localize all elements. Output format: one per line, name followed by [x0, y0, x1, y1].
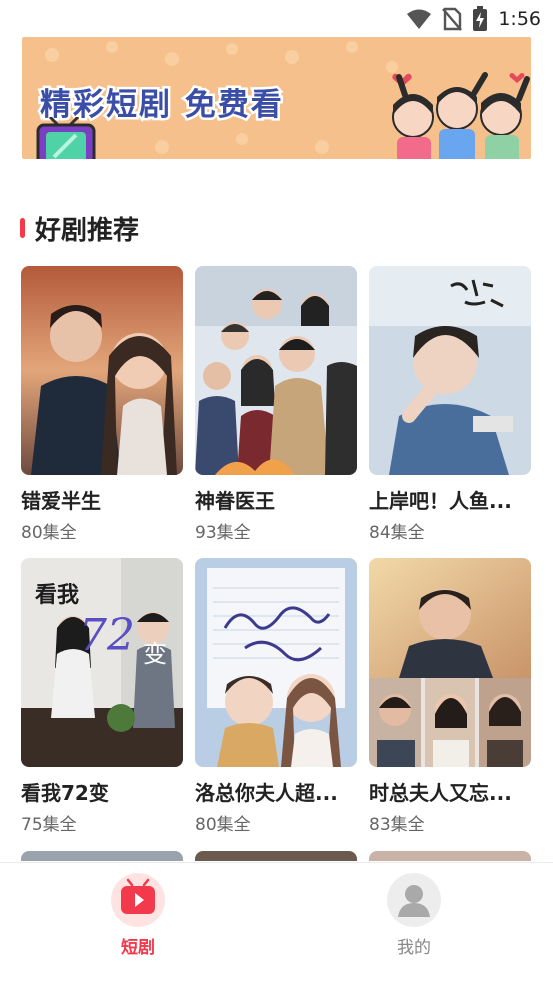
svg-text:变: 变: [143, 640, 167, 668]
drama-poster[interactable]: [369, 266, 531, 475]
drama-card[interactable]: 洛总你夫人超... 80集全: [195, 558, 357, 835]
no-sim-icon: [442, 7, 463, 31]
cartoon-tv-icon: [36, 117, 96, 159]
episode-count: 83集全: [369, 815, 425, 835]
drama-card[interactable]: 错爱半生 80集全: [21, 266, 183, 543]
section-header: 好剧推荐: [20, 210, 139, 246]
battery-charging-icon: [473, 6, 488, 31]
drama-title: 上岸吧！人鱼...: [369, 489, 512, 513]
drama-title: 神眷医王: [195, 489, 275, 513]
drama-card[interactable]: 看我 72 变 看我72变 75集全: [21, 558, 183, 835]
svg-text:看我: 看我: [35, 582, 79, 608]
promo-banner[interactable]: 精彩短剧 免费看: [22, 37, 531, 159]
cartoon-people-illustration: [392, 72, 530, 159]
nav-tab-shortdrama[interactable]: 短剧: [93, 873, 183, 958]
nav-tab-mine[interactable]: 我的: [369, 873, 459, 958]
drama-card[interactable]: 上岸吧！人鱼... 84集全: [369, 266, 531, 543]
drama-card[interactable]: 时总夫人又忘... 83集全: [369, 558, 531, 835]
section-accent-bar: [20, 218, 25, 238]
nav-label: 我的: [397, 938, 431, 958]
drama-card-peek[interactable]: [21, 851, 183, 861]
episode-count: 80集全: [195, 815, 251, 835]
episode-count: 84集全: [369, 523, 425, 543]
drama-poster[interactable]: [195, 266, 357, 475]
drama-poster[interactable]: [21, 266, 183, 475]
episode-count: 75集全: [21, 815, 77, 835]
wifi-icon: [407, 9, 432, 29]
svg-text:72: 72: [79, 610, 135, 661]
drama-title: 看我72变: [21, 781, 109, 805]
drama-card-peek[interactable]: [195, 851, 357, 861]
drama-title: 洛总你夫人超...: [195, 781, 338, 805]
drama-title: 时总夫人又忘...: [369, 781, 512, 805]
episode-count: 93集全: [195, 523, 251, 543]
section-title: 好剧推荐: [35, 215, 140, 246]
status-bar: 1:56: [0, 0, 553, 36]
nav-label: 短剧: [121, 938, 155, 958]
bottom-nav: 短剧 我的: [0, 862, 553, 984]
user-icon: [387, 873, 441, 927]
status-time: 1:56: [498, 8, 541, 30]
drama-poster[interactable]: [369, 558, 531, 767]
drama-poster[interactable]: 看我 72 变: [21, 558, 183, 767]
episode-count: 80集全: [21, 523, 77, 543]
drama-title: 错爱半生: [21, 489, 101, 513]
drama-poster[interactable]: [195, 558, 357, 767]
drama-card-peek[interactable]: [369, 851, 531, 861]
drama-card[interactable]: 神眷医王 93集全: [195, 266, 357, 543]
tv-play-icon: [111, 873, 165, 927]
